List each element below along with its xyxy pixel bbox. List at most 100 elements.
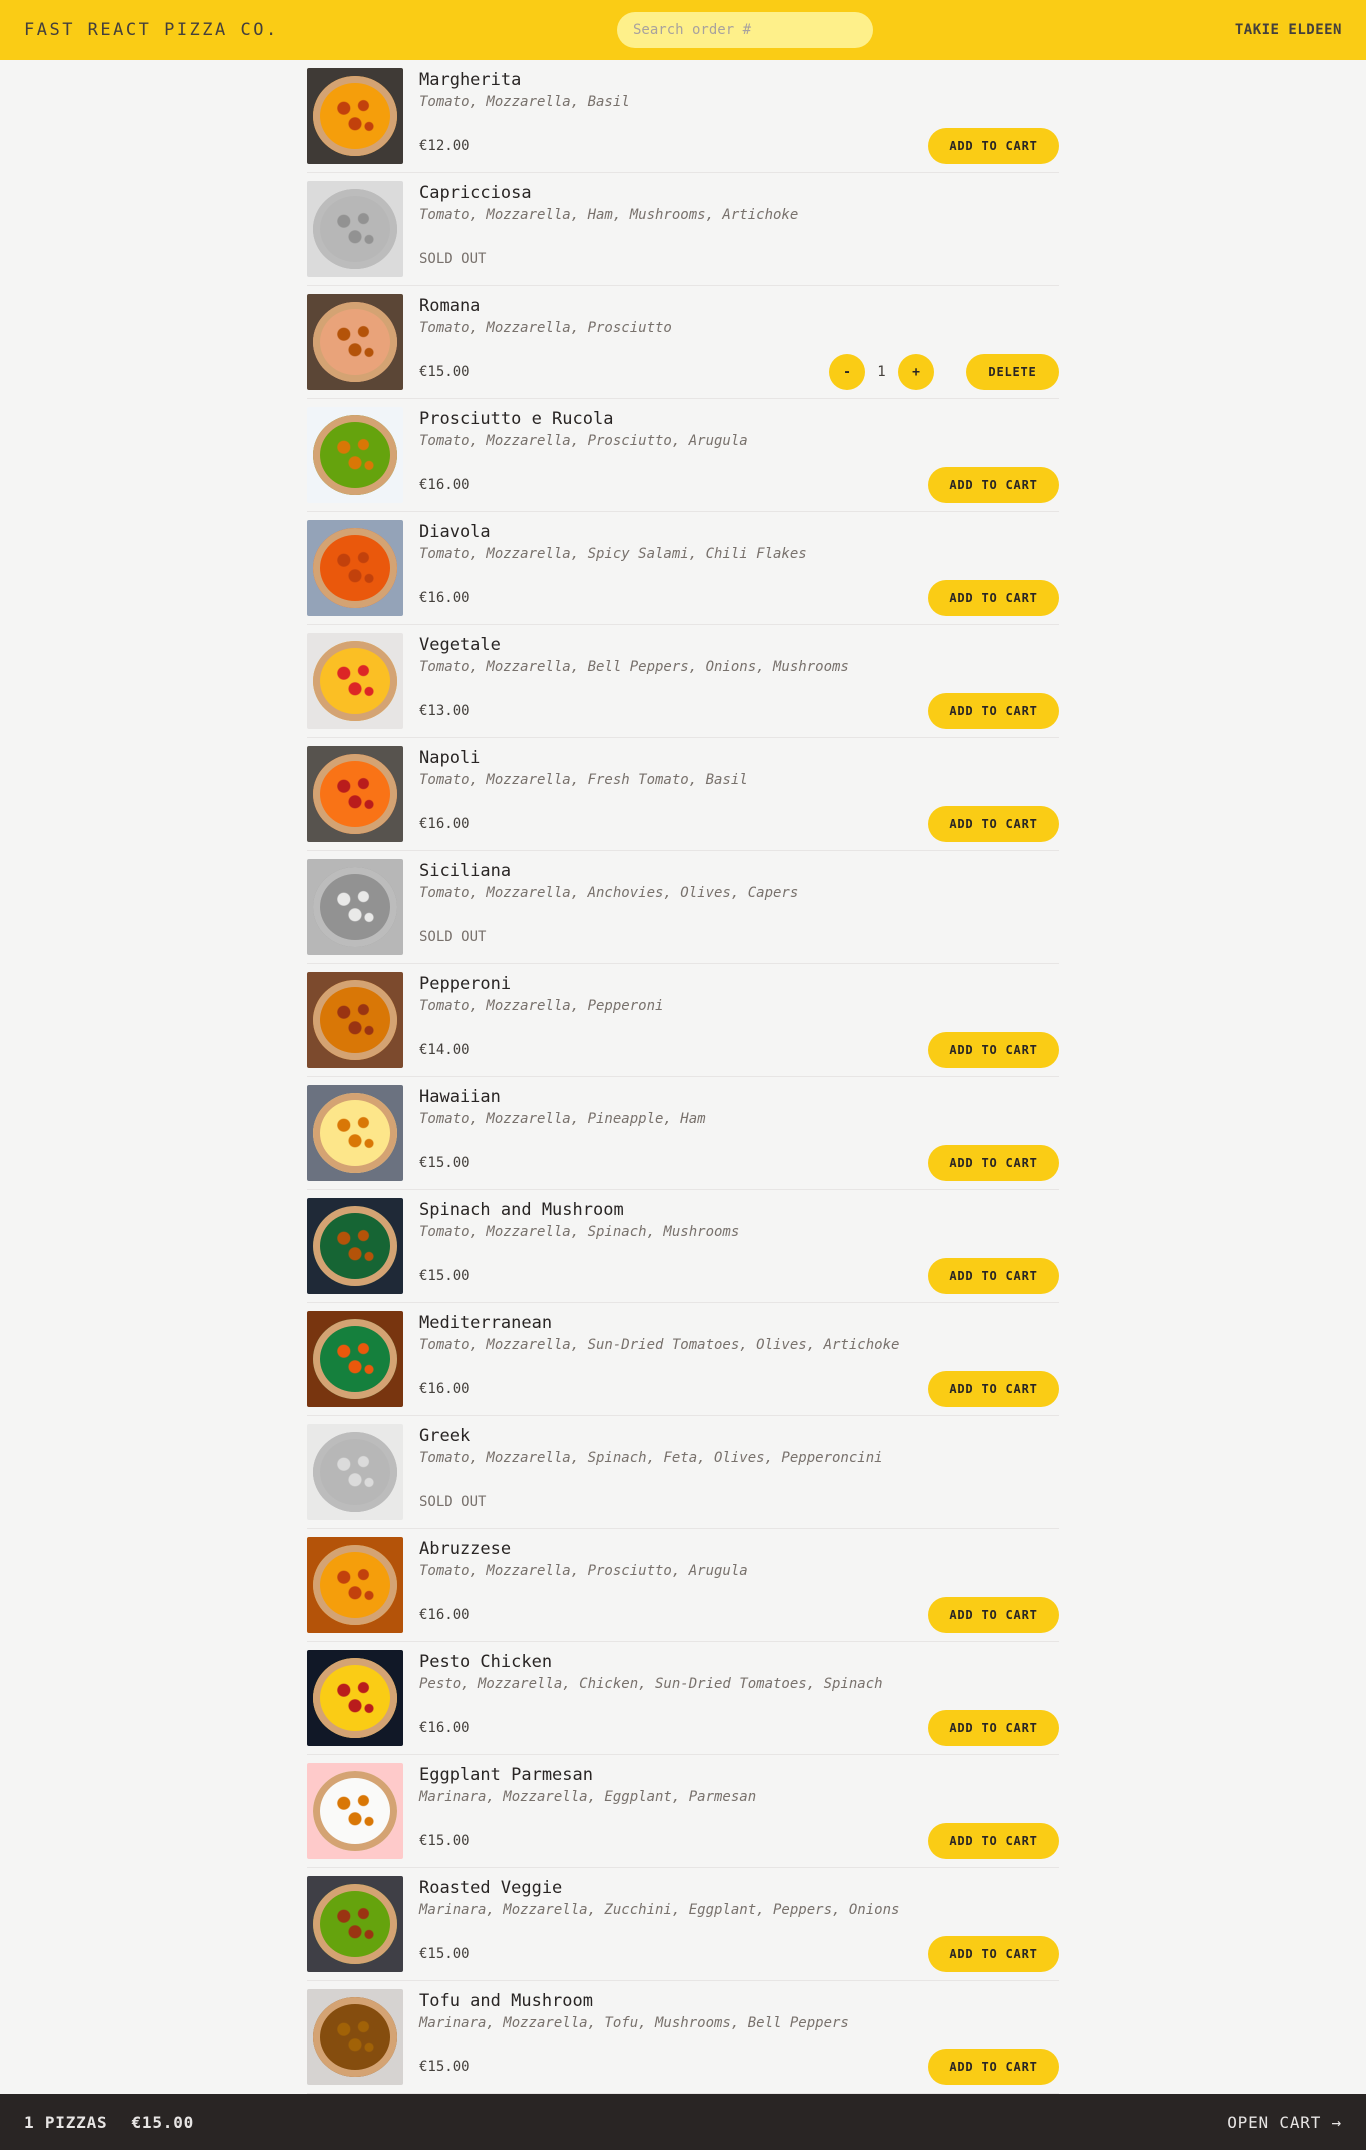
pizza-ingredients: Tomato, Mozzarella, Basil bbox=[419, 94, 630, 110]
pizza-info: Capricciosa Tomato, Mozzarella, Ham, Mus… bbox=[419, 181, 1059, 277]
pizza-actions: €16.00 Add to cart bbox=[419, 467, 1059, 503]
pizza-price: €16.00 bbox=[419, 816, 470, 832]
menu-item: Tofu and Mushroom Marinara, Mozzarella, … bbox=[307, 1981, 1059, 2094]
pizza-name: Vegetale bbox=[419, 635, 501, 655]
pizza-price: €16.00 bbox=[419, 590, 470, 606]
pizza-info: Diavola Tomato, Mozzarella, Spicy Salami… bbox=[419, 520, 1059, 616]
sold-out-label: Sold out bbox=[419, 1494, 487, 1510]
add-to-cart-button[interactable]: Add to cart bbox=[928, 806, 1059, 842]
pizza-price: €16.00 bbox=[419, 477, 470, 493]
add-to-cart-button[interactable]: Add to cart bbox=[928, 1597, 1059, 1633]
pizza-image bbox=[307, 1650, 403, 1746]
search-order-input[interactable] bbox=[617, 12, 873, 48]
pizza-image bbox=[307, 1085, 403, 1181]
menu-item: Roasted Veggie Marinara, Mozzarella, Zuc… bbox=[307, 1868, 1059, 1981]
username: Takie Eldeen bbox=[1234, 22, 1342, 38]
pizza-image bbox=[307, 746, 403, 842]
pizza-name: Abruzzese bbox=[419, 1539, 512, 1559]
pizza-price: €14.00 bbox=[419, 1042, 470, 1058]
pizza-info: Vegetale Tomato, Mozzarella, Bell Pepper… bbox=[419, 633, 1059, 729]
add-to-cart-button[interactable]: Add to cart bbox=[928, 1032, 1059, 1068]
menu-list: Margherita Tomato, Mozzarella, Basil €12… bbox=[307, 60, 1059, 2094]
pizza-ingredients: Marinara, Mozzarella, Tofu, Mushrooms, B… bbox=[419, 2015, 849, 2031]
pizza-info: Hawaiian Tomato, Mozzarella, Pineapple, … bbox=[419, 1085, 1059, 1181]
pizza-name: Siciliana bbox=[419, 861, 512, 881]
pizza-ingredients: Tomato, Mozzarella, Pineapple, Ham bbox=[419, 1111, 706, 1127]
pizza-info: Spinach and Mushroom Tomato, Mozzarella,… bbox=[419, 1198, 1059, 1294]
pizza-info: Roasted Veggie Marinara, Mozzarella, Zuc… bbox=[419, 1876, 1059, 1972]
menu-item: Spinach and Mushroom Tomato, Mozzarella,… bbox=[307, 1190, 1059, 1303]
logo-link[interactable]: Fast React Pizza Co. bbox=[24, 20, 279, 40]
add-to-cart-button[interactable]: Add to cart bbox=[928, 467, 1059, 503]
pizza-info: Siciliana Tomato, Mozzarella, Anchovies,… bbox=[419, 859, 1059, 955]
pizza-name: Tofu and Mushroom bbox=[419, 1991, 593, 2011]
pizza-name: Napoli bbox=[419, 748, 481, 768]
pizza-name: Prosciutto e Rucola bbox=[419, 409, 614, 429]
cart-pizza-count: 1 pizzas bbox=[24, 2112, 108, 2132]
pizza-image bbox=[307, 1424, 403, 1520]
add-to-cart-button[interactable]: Add to cart bbox=[928, 128, 1059, 164]
menu-item: Siciliana Tomato, Mozzarella, Anchovies,… bbox=[307, 851, 1059, 964]
add-to-cart-button[interactable]: Add to cart bbox=[928, 1145, 1059, 1181]
pizza-ingredients: Tomato, Mozzarella, Spinach, Feta, Olive… bbox=[419, 1450, 883, 1466]
pizza-image bbox=[307, 633, 403, 729]
pizza-ingredients: Marinara, Mozzarella, Zucchini, Eggplant… bbox=[419, 1902, 900, 1918]
pizza-ingredients: Tomato, Mozzarella, Spicy Salami, Chili … bbox=[419, 546, 807, 562]
pizza-name: Eggplant Parmesan bbox=[419, 1765, 593, 1785]
pizza-info: Abruzzese Tomato, Mozzarella, Prosciutto… bbox=[419, 1537, 1059, 1633]
pizza-actions: €16.00 Add to cart bbox=[419, 1597, 1059, 1633]
add-to-cart-button[interactable]: Add to cart bbox=[928, 1371, 1059, 1407]
pizza-info: Mediterranean Tomato, Mozzarella, Sun-Dr… bbox=[419, 1311, 1059, 1407]
pizza-actions: €15.00 Add to cart bbox=[419, 1258, 1059, 1294]
add-to-cart-button[interactable]: Add to cart bbox=[928, 580, 1059, 616]
sold-out-label: Sold out bbox=[419, 929, 487, 945]
pizza-info: Pesto Chicken Pesto, Mozzarella, Chicken… bbox=[419, 1650, 1059, 1746]
pizza-name: Mediterranean bbox=[419, 1313, 553, 1333]
menu-item: Eggplant Parmesan Marinara, Mozzarella, … bbox=[307, 1755, 1059, 1868]
app-header: Fast React Pizza Co. Takie Eldeen bbox=[0, 0, 1366, 60]
add-to-cart-button[interactable]: Add to cart bbox=[928, 2049, 1059, 2085]
pizza-actions: €16.00 Add to cart bbox=[419, 806, 1059, 842]
pizza-name: Greek bbox=[419, 1426, 471, 1446]
menu-item: Napoli Tomato, Mozzarella, Fresh Tomato,… bbox=[307, 738, 1059, 851]
pizza-image bbox=[307, 1763, 403, 1859]
add-to-cart-button[interactable]: Add to cart bbox=[928, 1710, 1059, 1746]
pizza-name: Margherita bbox=[419, 70, 522, 90]
sold-out-label: Sold out bbox=[419, 251, 487, 267]
pizza-actions: Sold out bbox=[419, 919, 1059, 955]
pizza-image bbox=[307, 68, 403, 164]
add-to-cart-button[interactable]: Add to cart bbox=[928, 1823, 1059, 1859]
delete-item-button[interactable]: Delete bbox=[966, 354, 1059, 390]
pizza-image bbox=[307, 1311, 403, 1407]
open-cart-link[interactable]: Open cart → bbox=[1227, 2113, 1342, 2132]
pizza-price: €15.00 bbox=[419, 364, 470, 380]
menu-item: Vegetale Tomato, Mozzarella, Bell Pepper… bbox=[307, 625, 1059, 738]
pizza-actions: Sold out bbox=[419, 241, 1059, 277]
pizza-ingredients: Tomato, Mozzarella, Prosciutto, Arugula bbox=[419, 1563, 748, 1579]
cart-total: €15.00 bbox=[131, 2112, 195, 2132]
pizza-name: Romana bbox=[419, 296, 481, 316]
pizza-actions: €12.00 Add to cart bbox=[419, 128, 1059, 164]
pizza-actions: €14.00 Add to cart bbox=[419, 1032, 1059, 1068]
pizza-name: Pesto Chicken bbox=[419, 1652, 553, 1672]
menu-item: Capricciosa Tomato, Mozzarella, Ham, Mus… bbox=[307, 173, 1059, 286]
pizza-info: Romana Tomato, Mozzarella, Prosciutto €1… bbox=[419, 294, 1059, 390]
add-to-cart-button[interactable]: Add to cart bbox=[928, 1258, 1059, 1294]
decrease-quantity-button[interactable]: - bbox=[829, 354, 865, 390]
pizza-ingredients: Tomato, Mozzarella, Prosciutto bbox=[419, 320, 672, 336]
add-to-cart-button[interactable]: Add to cart bbox=[928, 1936, 1059, 1972]
menu-item: Pesto Chicken Pesto, Mozzarella, Chicken… bbox=[307, 1642, 1059, 1755]
pizza-actions: €16.00 Add to cart bbox=[419, 1371, 1059, 1407]
menu-item: Romana Tomato, Mozzarella, Prosciutto €1… bbox=[307, 286, 1059, 399]
pizza-image bbox=[307, 1198, 403, 1294]
pizza-price: €15.00 bbox=[419, 1946, 470, 1962]
quantity-stepper: - 1 + Delete bbox=[829, 354, 1059, 390]
pizza-name: Diavola bbox=[419, 522, 491, 542]
pizza-ingredients: Tomato, Mozzarella, Bell Peppers, Onions… bbox=[419, 659, 849, 675]
pizza-price: €15.00 bbox=[419, 2059, 470, 2075]
pizza-ingredients: Tomato, Mozzarella, Anchovies, Olives, C… bbox=[419, 885, 799, 901]
pizza-price: €13.00 bbox=[419, 703, 470, 719]
menu-item: Abruzzese Tomato, Mozzarella, Prosciutto… bbox=[307, 1529, 1059, 1642]
add-to-cart-button[interactable]: Add to cart bbox=[928, 693, 1059, 729]
increase-quantity-button[interactable]: + bbox=[898, 354, 934, 390]
